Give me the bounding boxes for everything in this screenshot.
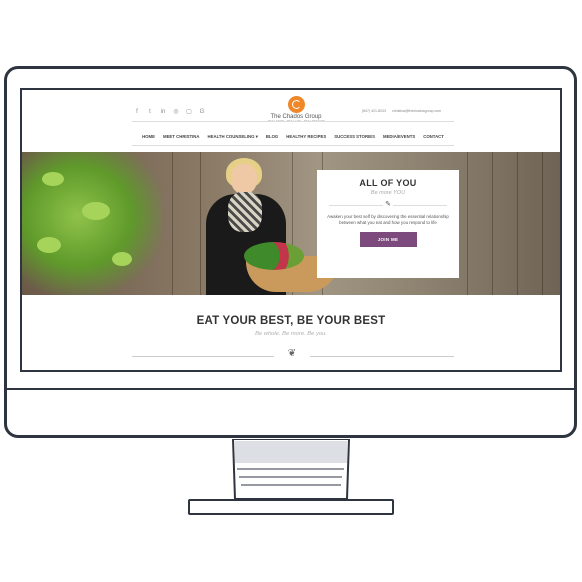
nav-item-success-stories[interactable]: SUCCESS STORIES: [334, 134, 375, 140]
nav-divider: [132, 145, 454, 146]
header-divider: [132, 121, 454, 122]
nav-item-media-events[interactable]: MEDIA/EVENTS: [383, 134, 415, 140]
hero-divider: ✎: [317, 200, 459, 210]
join-me-button[interactable]: JOIN ME: [359, 232, 417, 247]
nav-item-contact[interactable]: CONTACT: [423, 134, 444, 140]
wood-plank-line: [492, 152, 493, 295]
wood-plank-line: [172, 152, 173, 295]
instagram-icon[interactable]: ▢: [186, 109, 192, 115]
woman-scarf: [228, 192, 262, 232]
nav-item-health-counseling[interactable]: HEALTH COUNSELING ▾: [208, 134, 258, 140]
nav-item-healthy-recipes[interactable]: HEALTHY RECIPES: [286, 134, 326, 140]
logo-swirl-icon: [287, 96, 305, 113]
hero-banner: ALL OF YOU Be more YOU ✎ Awaken your bes…: [22, 152, 560, 295]
vegetables: [244, 242, 304, 270]
social-links: f t in ◎ ▢ G: [134, 109, 205, 115]
monitor-stand: [231, 439, 351, 500]
wood-plank-line: [467, 152, 468, 295]
nav-item-blog[interactable]: BLOG: [266, 134, 278, 140]
wood-plank-line: [200, 152, 201, 295]
nav-item-meet-christina[interactable]: MEET CHRISTINA: [163, 134, 200, 140]
leaf: [37, 237, 61, 253]
twitter-icon[interactable]: t: [147, 109, 153, 115]
hero-subtitle: Be more YOU: [370, 190, 406, 196]
google-plus-icon[interactable]: G: [199, 109, 205, 115]
hero-foliage: [22, 152, 162, 295]
chevron-down-icon: ▾: [255, 134, 258, 139]
section-subtagline: Be whole. Be more. Be you.: [255, 331, 327, 337]
linkedin-icon[interactable]: in: [160, 109, 166, 115]
facebook-icon[interactable]: f: [134, 109, 140, 115]
leaf: [112, 252, 132, 266]
site-header: f t in ◎ ▢ G The Chados Group REAL FOOD …: [22, 90, 560, 138]
monitor-base: [188, 499, 394, 515]
email-address[interactable]: christina@thechadosgroup.com: [392, 109, 441, 113]
nav-item-health-counseling-label: HEALTH COUNSELING: [207, 134, 255, 139]
leaf: [82, 202, 110, 220]
vegetable-illustration-icon: ❦: [274, 347, 310, 361]
main-nav: HOME MEET CHRISTINA HEALTH COUNSELING ▾ …: [132, 134, 454, 140]
hero-body: Awaken your best self by discovering the…: [327, 214, 449, 225]
hero-card: ALL OF YOU Be more YOU ✎ Awaken your bes…: [317, 170, 459, 278]
wood-plank-line: [517, 152, 518, 295]
whisk-icon: ✎: [383, 200, 393, 210]
monitor-chin-divider: [4, 388, 577, 390]
nav-item-home[interactable]: HOME: [142, 134, 155, 140]
section-tagline: EAT YOUR BEST, BE YOUR BEST: [196, 315, 386, 327]
hero-title: ALL OF YOU: [359, 178, 417, 188]
wood-plank-line: [542, 152, 543, 295]
website-screen: f t in ◎ ▢ G The Chados Group REAL FOOD …: [20, 88, 562, 372]
pinterest-icon[interactable]: ◎: [173, 109, 179, 115]
contact-info: (847) 421-8033 christina@thechadosgroup.…: [362, 109, 441, 113]
phone-number[interactable]: (847) 421-8033: [362, 109, 386, 113]
leaf: [42, 172, 64, 186]
site-logo[interactable]: The Chados Group REAL FOOD · REAL LIFE ·…: [268, 96, 325, 123]
woman-face: [231, 164, 257, 194]
